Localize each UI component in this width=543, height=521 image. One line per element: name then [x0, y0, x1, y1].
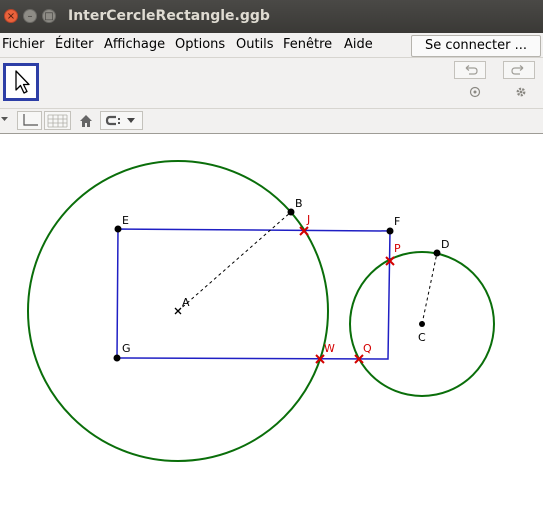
redo-icon	[511, 65, 524, 75]
radius-segment-cd[interactable]	[421, 252, 438, 325]
menu-aide[interactable]: Aide	[344, 37, 373, 52]
construction-canvas[interactable]: A B C D E F G J P W Q	[0, 134, 543, 521]
connect-button[interactable]: Se connecter ...	[411, 35, 541, 57]
point-c[interactable]	[419, 321, 425, 327]
home-icon	[80, 115, 92, 127]
point-capturing-icon	[105, 115, 135, 126]
label-f: F	[394, 215, 400, 228]
minimize-window-button[interactable]: –	[23, 9, 37, 23]
grid-icon	[47, 114, 68, 128]
chevron-down-icon	[127, 118, 135, 123]
label-b: B	[295, 197, 303, 210]
menu-fichier[interactable]: Fichier	[2, 37, 45, 52]
rectangle-efqg[interactable]	[116, 228, 391, 360]
standard-view-button[interactable]	[76, 111, 96, 130]
point-e[interactable]	[114, 225, 122, 233]
graphics-view[interactable]: A B C D E F G J P W Q	[0, 134, 543, 521]
label-p: P	[394, 242, 401, 255]
label-d: D	[441, 238, 449, 251]
style-bar-toggle-icon[interactable]	[0, 111, 10, 131]
point-d[interactable]	[433, 249, 441, 257]
menu-fenetre[interactable]: Fenêtre	[283, 37, 332, 52]
menu-editer[interactable]: Éditer	[55, 37, 94, 52]
point-b[interactable]	[287, 208, 295, 216]
help-icon[interactable]	[469, 86, 481, 101]
style-bar	[0, 109, 543, 134]
menu-affichage[interactable]: Affichage	[104, 37, 165, 52]
label-g: G	[122, 342, 131, 355]
point-g[interactable]	[113, 354, 121, 362]
close-window-button[interactable]: ×	[4, 9, 18, 23]
toolbar	[0, 58, 543, 109]
point-f[interactable]	[386, 227, 394, 235]
move-tool-button[interactable]	[3, 63, 39, 101]
axes-icon	[23, 114, 38, 126]
menu-outils[interactable]: Outils	[236, 37, 274, 52]
label-j: J	[306, 213, 310, 226]
point-a[interactable]	[174, 307, 182, 315]
radius-segment-ab[interactable]	[177, 211, 292, 312]
label-a: A	[182, 296, 190, 309]
label-e: E	[122, 214, 129, 227]
label-w: W	[324, 342, 335, 355]
window-title: InterCercleRectangle.ggb	[68, 8, 270, 24]
label-q: Q	[363, 342, 372, 355]
show-grid-button[interactable]	[44, 111, 71, 130]
point-capturing-dropdown[interactable]	[100, 111, 143, 130]
maximize-window-button[interactable]: □	[42, 9, 56, 23]
title-bar: × – □ InterCercleRectangle.ggb	[0, 0, 543, 33]
cursor-arrow-icon	[15, 70, 30, 94]
label-c: C	[418, 331, 426, 344]
undo-button[interactable]	[454, 61, 486, 79]
redo-button[interactable]	[503, 61, 535, 79]
undo-icon	[465, 65, 478, 75]
menu-bar: Fichier Éditer Affichage Options Outils …	[0, 33, 543, 58]
menu-options[interactable]: Options	[175, 37, 225, 52]
gear-icon[interactable]	[515, 86, 527, 101]
show-axes-button[interactable]	[17, 111, 42, 130]
